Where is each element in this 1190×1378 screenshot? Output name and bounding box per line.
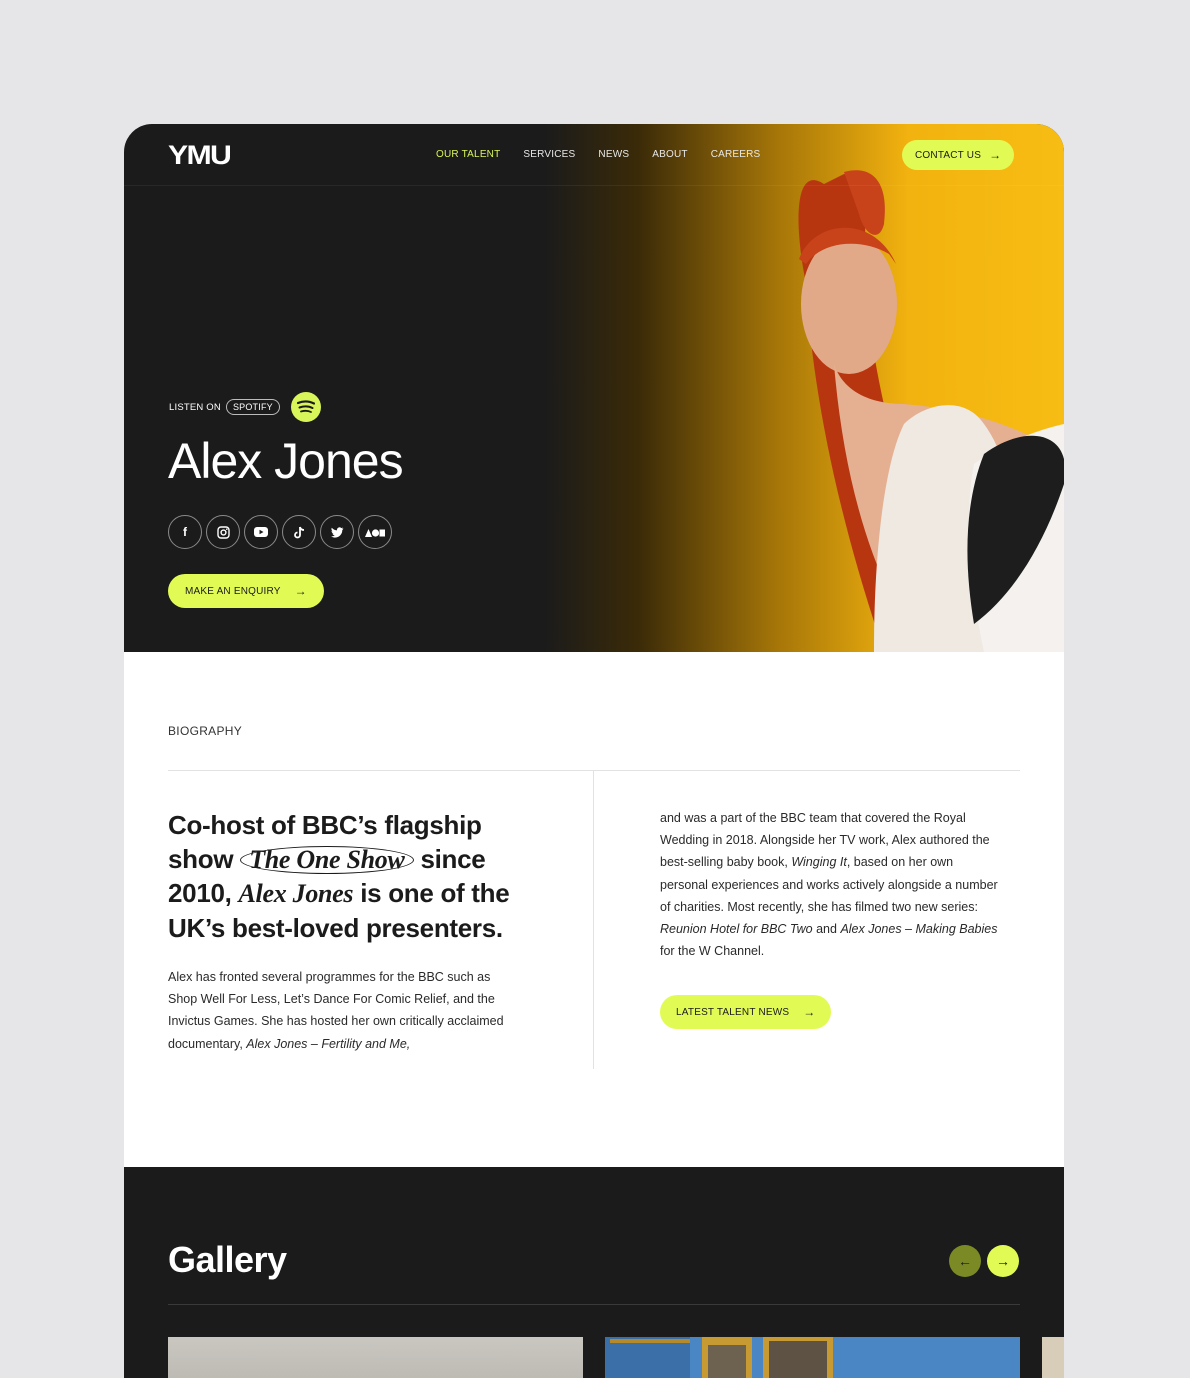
gallery-image[interactable] [1042, 1337, 1064, 1378]
headline-name: Alex Jones [238, 879, 354, 908]
bio-headline: Co-host of BBC’s flagship show The One S… [168, 808, 548, 945]
gallery-prev-button[interactable]: ← [949, 1245, 981, 1277]
news-label: LATEST TALENT NEWS [676, 1006, 790, 1018]
divider [168, 770, 1020, 771]
nav-link-our-talent[interactable]: OUR TALENT [436, 149, 500, 160]
nav-link-careers[interactable]: CAREERS [711, 149, 761, 160]
hero-section: YMU OUR TALENT SERVICES NEWS ABOUT CAREE… [124, 124, 1064, 652]
arrow-right-icon: → [803, 1005, 816, 1019]
divider [168, 1304, 1020, 1305]
bio-right-italic-1: Winging It [791, 855, 847, 870]
listen-on-spotify[interactable]: LISTEN ON SPOTIFY [169, 392, 321, 422]
bio-paragraph-right: and was a part of the BBC team that cove… [660, 807, 1000, 962]
make-an-enquiry-button[interactable]: MAKE AN ENQUIRY → [168, 574, 324, 608]
gallery-title: Gallery [168, 1239, 287, 1280]
gallery-image[interactable] [605, 1337, 1020, 1378]
ymu-logo[interactable]: YMU [168, 140, 232, 171]
bio-paragraph-left: Alex has fronted several programmes for … [168, 966, 508, 1055]
arrow-right-icon: → [294, 584, 307, 598]
enquiry-label: MAKE AN ENQUIRY [185, 585, 281, 597]
youtube-icon[interactable] [244, 515, 278, 549]
gallery-next-button[interactable]: → [987, 1245, 1019, 1277]
bio-right-text-4: for the W Channel. [660, 944, 765, 959]
nav-link-services[interactable]: SERVICES [523, 149, 575, 160]
listen-on-label: LISTEN ON [169, 401, 221, 413]
contact-us-button[interactable]: CONTACT US → [902, 140, 1015, 170]
gallery-image[interactable] [168, 1337, 583, 1378]
twitter-icon[interactable] [320, 515, 354, 549]
nav-link-news[interactable]: NEWS [598, 149, 629, 160]
latest-talent-news-button[interactable]: LATEST TALENT NEWS → [660, 995, 832, 1029]
instagram-icon[interactable] [206, 515, 240, 549]
tiktok-icon[interactable] [282, 515, 316, 549]
facebook-icon[interactable]: f [168, 515, 202, 549]
show-title: The One Show [240, 846, 414, 874]
column-divider [593, 771, 594, 1069]
arrow-right-icon: → [989, 148, 1002, 162]
bio-left-italic: Alex Jones – Fertility and Me, [246, 1036, 411, 1051]
bio-right-italic-3: Alex Jones – Making Babies [840, 922, 998, 937]
talent-name: Alex Jones [168, 433, 404, 489]
nav-links: OUR TALENT SERVICES NEWS ABOUT CAREERS [436, 149, 760, 160]
hero-photo [544, 124, 1064, 652]
biography-section: BIOGRAPHY Co-host of BBC’s flagship show… [124, 652, 1064, 1167]
bio-right-text-3: and [812, 922, 841, 937]
spotify-icon[interactable] [290, 392, 321, 422]
bio-right-italic-2: Reunion Hotel for BBC Two [660, 922, 813, 937]
arrow-left-icon: ← [958, 1253, 972, 1269]
arrow-right-icon: → [996, 1253, 1010, 1269]
gallery-section: Gallery ← → [124, 1167, 1064, 1378]
spotify-tag: SPOTIFY [225, 399, 280, 415]
page-frame: YMU OUR TALENT SERVICES NEWS ABOUT CAREE… [124, 124, 1064, 1378]
contact-us-label: CONTACT US [915, 149, 982, 161]
nav-link-about[interactable]: ABOUT [652, 149, 687, 160]
top-nav: YMU OUR TALENT SERVICES NEWS ABOUT CAREE… [124, 124, 1064, 186]
acast-icon[interactable] [358, 515, 392, 549]
gallery-nav: ← → [949, 1245, 1019, 1277]
biography-label: BIOGRAPHY [168, 724, 243, 738]
social-links: f [168, 515, 392, 549]
